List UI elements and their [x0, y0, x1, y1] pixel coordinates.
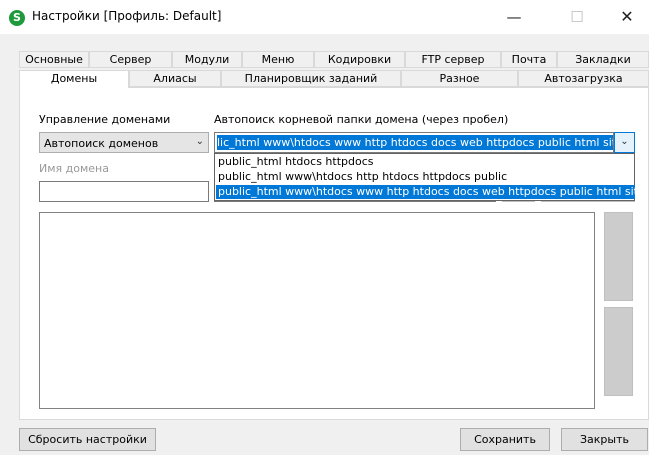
- dropdown-option[interactable]: public_html www\htdocs http htdocs httpd…: [216, 170, 635, 184]
- close-window-button[interactable]: ✕: [605, 4, 649, 30]
- close-button[interactable]: Закрыть: [561, 428, 648, 451]
- tab-domains[interactable]: Домены: [19, 70, 129, 88]
- domain-management-select[interactable]: Автопоиск доменов ⌄: [39, 132, 209, 153]
- domains-list[interactable]: [39, 212, 595, 409]
- move-down-button[interactable]: [604, 307, 633, 396]
- tab-misc[interactable]: Разное: [401, 70, 518, 87]
- dropdown-option[interactable]: public_html htdocs httpdocs: [216, 155, 635, 169]
- move-up-button[interactable]: [604, 212, 633, 301]
- tab-encodings[interactable]: Кодировки: [314, 51, 405, 68]
- chevron-down-icon: ⌄: [195, 136, 204, 147]
- save-button[interactable]: Сохранить: [460, 428, 550, 451]
- tab-mail[interactable]: Почта: [501, 51, 557, 68]
- title-bar: S Настройки [Профиль: Default] — ☐ ✕: [0, 0, 649, 34]
- tab-aliases[interactable]: Алиасы: [129, 70, 221, 87]
- chevron-down-icon: ⌄: [620, 136, 629, 147]
- app-logo-icon: S: [9, 10, 25, 26]
- tab-ftp-server[interactable]: FTP сервер: [405, 51, 501, 68]
- reset-settings-button[interactable]: Сбросить настройки: [19, 428, 156, 451]
- autosearch-dropdown-list: public_html htdocs httpdocs public_html …: [214, 153, 645, 201]
- maximize-button[interactable]: ☐: [555, 4, 599, 30]
- domain-management-label: Управление доменами: [39, 113, 171, 126]
- tab-scheduler[interactable]: Планировщик заданий: [221, 70, 401, 87]
- tab-menu[interactable]: Меню: [242, 51, 314, 68]
- tab-autostart[interactable]: Автозагрузка: [518, 70, 649, 87]
- window-title: Настройки [Профиль: Default]: [32, 9, 222, 23]
- minimize-button[interactable]: —: [492, 4, 536, 30]
- dropdown-option-selected[interactable]: public_html www\htdocs www http htdocs d…: [216, 185, 645, 199]
- autosearch-value: lic_html www\htdocs www http htdocs docs…: [217, 135, 613, 150]
- tab-basic[interactable]: Основные: [19, 51, 89, 68]
- autosearch-label: Автопоиск корневой папки домена (через п…: [214, 113, 509, 126]
- tab-modules[interactable]: Модули: [172, 51, 242, 68]
- autosearch-combo-input[interactable]: lic_html www\htdocs www http htdocs docs…: [214, 132, 614, 153]
- autosearch-dropdown-button[interactable]: ⌄: [614, 132, 635, 153]
- domain-name-label: Имя домена: [39, 162, 109, 175]
- domain-management-value: Автопоиск доменов: [44, 137, 159, 150]
- tab-server[interactable]: Сервер: [89, 51, 172, 68]
- domain-name-input[interactable]: [39, 181, 209, 202]
- tab-bookmarks[interactable]: Закладки: [557, 51, 649, 68]
